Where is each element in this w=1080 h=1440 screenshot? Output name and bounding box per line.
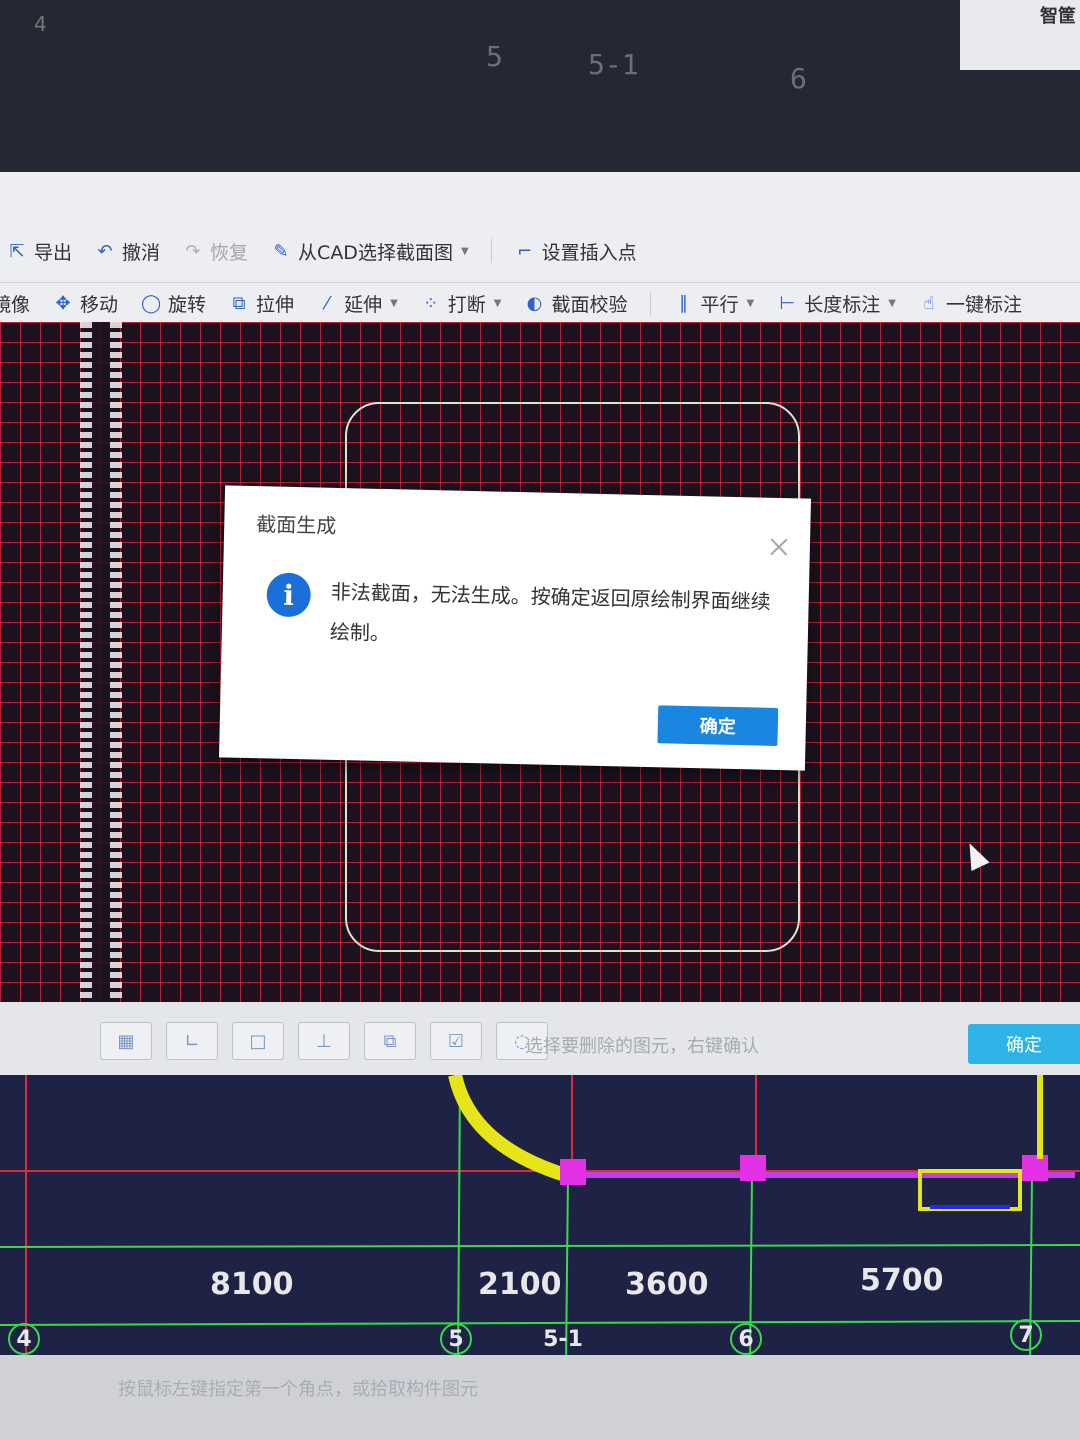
axis-label: 5-1 (588, 48, 639, 81)
move-button[interactable]: ✥ 移动 (52, 290, 118, 317)
length-dim-button[interactable]: ⊢ 长度标注 ▼ (776, 290, 896, 317)
object-snap-icon[interactable]: □ (232, 1022, 284, 1060)
layer-icon[interactable]: ⧉ (364, 1022, 416, 1060)
extend-label: 延伸 (344, 294, 383, 316)
dynamic-input-icon[interactable]: ⊥ (298, 1022, 350, 1060)
section-check-button[interactable]: ◐ 截面校验 (524, 290, 628, 317)
top-right-label: 智筐 (1040, 6, 1076, 27)
rebar-column (80, 322, 122, 1002)
ortho-icon[interactable]: ∟ (166, 1022, 218, 1060)
dimension-text: 8100 (210, 1267, 294, 1302)
chevron-down-icon: ▼ (493, 298, 502, 309)
column-mark (560, 1159, 586, 1185)
chevron-down-icon: ▼ (390, 298, 398, 309)
grid-snap-icon[interactable]: ▦ (100, 1022, 152, 1060)
grid-bubble: 5-1 (543, 1326, 583, 1352)
toolbar-primary: ⇱ 导出 ↶ 撤消 ↷ 恢复 ✎ 从CAD选择截面图 ▼ ⌐ 设置插入点 (0, 230, 1080, 272)
dialog-title: 截面生成 (256, 512, 337, 538)
one-click-dim-button[interactable]: ☝ 一键标注 (918, 290, 1022, 317)
grid-bubble: 6 (730, 1323, 762, 1355)
status-hint: 选择要删除的图元，右键确认 (525, 1036, 759, 1057)
grid-bubble: 5 (440, 1323, 472, 1355)
status-confirm-button[interactable]: 确定 (968, 1024, 1080, 1064)
close-icon[interactable] (770, 538, 788, 556)
axis-label: 5 (486, 40, 503, 73)
axis-label: 6 (790, 62, 807, 95)
export-button[interactable]: ⇱ 导出 (6, 238, 72, 265)
dimension-line (0, 1320, 1080, 1326)
plan-lines (0, 1075, 1080, 1365)
mirror-label: 镜像 (0, 294, 31, 316)
stretch-label: 拉伸 (256, 294, 295, 316)
dimension-text: 2100 (478, 1267, 562, 1302)
length-dim-label: 长度标注 (804, 294, 881, 316)
info-icon: i (266, 572, 312, 618)
rotate-button[interactable]: ◯ 旋转 (140, 290, 206, 317)
parallel-icon: ∥ (679, 293, 689, 314)
extend-button[interactable]: ⁄ 延伸 ▼ (316, 290, 398, 317)
axis-label-corner: 4 (34, 12, 47, 36)
one-click-dim-label: 一键标注 (945, 294, 1022, 316)
dimension-line (0, 1244, 1080, 1248)
cad-select-icon: ✎ (273, 240, 289, 262)
section-check-icon: ◐ (526, 293, 543, 314)
stretch-button[interactable]: ⧉ 拉伸 (228, 290, 294, 317)
redo-button[interactable]: ↷ 恢复 (182, 238, 248, 265)
redo-label: 恢复 (210, 241, 249, 264)
dimension-text: 5700 (860, 1263, 944, 1298)
dialog-confirm-button[interactable]: 确定 (657, 705, 779, 746)
chevron-down-icon: ▼ (460, 245, 469, 257)
from-cad-label: 从CAD选择截面图 (298, 241, 453, 264)
undo-icon: ↶ (97, 240, 113, 262)
parallel-label: 平行 (700, 294, 739, 316)
rotate-label: 旋转 (168, 294, 207, 316)
mouse-cursor-icon (960, 838, 990, 872)
select-filter-icon[interactable]: ☑ (430, 1022, 482, 1060)
export-label: 导出 (34, 241, 73, 264)
grid-line (457, 1075, 461, 1365)
redo-icon: ↷ (185, 240, 201, 262)
toolbar-divider (649, 291, 651, 316)
toolbar-edit: 镜像 ✥ 移动 ◯ 旋转 ⧉ 拉伸 ⁄ 延伸 ▼ ⁘ 打断 ▼ ◐ 截面校验 ∥… (0, 282, 1080, 324)
floor-plan-view[interactable]: 8100 2100 3600 5700 4 5 5-1 6 7 (0, 1075, 1080, 1365)
break-label: 打断 (447, 294, 486, 316)
door-swing-arc (448, 1075, 568, 1182)
undo-label: 撤消 (122, 241, 161, 264)
chevron-down-icon: ▼ (888, 298, 896, 309)
set-insert-point-button[interactable]: ⌐ 设置插入点 (514, 238, 637, 265)
toolbar-divider (490, 239, 492, 263)
break-icon: ⁘ (423, 293, 439, 314)
dimension-text: 3600 (625, 1267, 709, 1302)
rotate-icon: ◯ (140, 293, 162, 314)
stretch-icon: ⧉ (232, 293, 246, 314)
extend-icon: ⁄ (325, 293, 329, 314)
undo-button[interactable]: ↶ 撤消 (94, 238, 160, 265)
section-generate-dialog: 截面生成 i 非法截面，无法生成。按确定返回原绘制界面继续绘制。 确定 (218, 485, 812, 771)
status-toolbar: ▦ ∟ □ ⊥ ⧉ ☑ ◌ 选择要删除的图元，右键确认 确定 (0, 1002, 1080, 1082)
grid-bubble: 7 (1010, 1319, 1042, 1351)
top-right-panel: 智筐 (960, 0, 1080, 70)
move-icon: ✥ (55, 293, 71, 314)
length-dim-icon: ⊢ (779, 293, 796, 314)
grid-bubble: 4 (8, 1323, 40, 1355)
mirror-button[interactable]: 镜像 (0, 290, 30, 317)
break-button[interactable]: ⁘ 打断 ▼ (420, 290, 502, 317)
set-insert-point-label: 设置插入点 (541, 241, 637, 264)
snap-tools: ▦ ∟ □ ⊥ ⧉ ☑ ◌ (100, 1022, 548, 1060)
insert-point-icon: ⌐ (517, 240, 533, 262)
command-line: 按鼠标左键指定第一个角点，或拾取构件图元 (0, 1355, 1080, 1440)
parallel-button[interactable]: ∥ 平行 ▼ (673, 290, 755, 317)
chevron-down-icon: ▼ (746, 298, 755, 309)
move-label: 移动 (80, 294, 119, 316)
command-hint: 按鼠标左键指定第一个角点，或拾取构件图元 (118, 1379, 478, 1400)
from-cad-button[interactable]: ✎ 从CAD选择截面图 ▼ (270, 238, 469, 265)
section-check-label: 截面校验 (551, 294, 628, 316)
one-click-dim-icon: ☝ (923, 293, 935, 314)
column-mark (1022, 1155, 1048, 1181)
export-icon: ⇱ (9, 240, 25, 262)
main-canvas-top: 4 5 5-1 6 (0, 0, 1080, 190)
column-mark (740, 1155, 766, 1181)
dialog-message: 非法截面，无法生成。按确定返回原绘制界面继续绘制。 (329, 579, 771, 646)
